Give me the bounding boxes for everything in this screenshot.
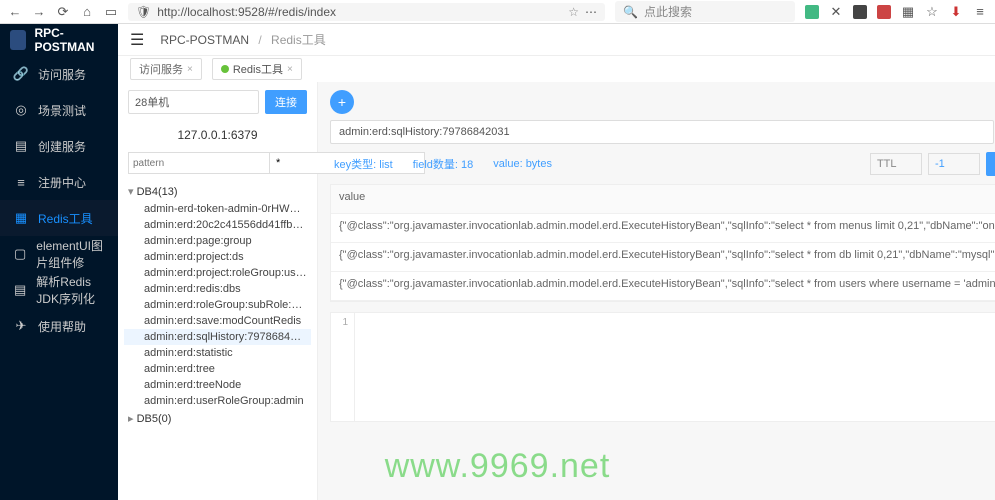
downloads-icon[interactable]: ⬇	[949, 5, 963, 19]
connect-button[interactable]: 连接	[265, 90, 307, 114]
home-icon[interactable]: ⌂	[80, 5, 94, 19]
host-label: 127.0.0.1:6379	[118, 122, 317, 148]
tree-key[interactable]: admin:erd:project:ds	[124, 249, 311, 265]
sidebar-item-scene[interactable]: ◎场景测试	[0, 92, 118, 128]
tree-key[interactable]: admin:erd:project:roleGroup:user:20c2	[124, 265, 311, 281]
ttl-value-input[interactable]: -1	[928, 153, 980, 175]
tab-service[interactable]: 访问服务×	[130, 58, 202, 80]
close-icon[interactable]: ×	[187, 64, 193, 75]
tab-redis[interactable]: Redis工具×	[212, 58, 302, 80]
key-info: key类型: list field数量: 18 value: bytes TTL…	[330, 150, 995, 178]
tree-key[interactable]: admin:erd:userRoleGroup:admin	[124, 393, 311, 409]
sidebar-item-help[interactable]: ✈使用帮助	[0, 308, 118, 344]
star-icon[interactable]: ☆	[568, 5, 579, 19]
sidebar-item-redis[interactable]: ▦Redis工具	[0, 200, 118, 236]
browser-toolbar: ← → ⟳ ⌂ ▭ 🛡 http://localhost:9528/#/redi…	[0, 0, 995, 24]
list-icon: ≡	[14, 175, 28, 189]
send-icon: ✈	[14, 319, 28, 333]
tree-key[interactable]: admin:erd:tree	[124, 361, 311, 377]
target-icon: ◎	[14, 103, 28, 117]
logo-icon	[10, 30, 26, 50]
table-row: {"@class":"org.javamaster.invocationlab.…	[331, 214, 995, 243]
doc-icon: ▤	[14, 139, 28, 153]
tree-key[interactable]: admin:erd:save:modCountRedis	[124, 313, 311, 329]
value-panel: + admin:erd:sqlHistory:79786842031 重命名ke…	[318, 82, 995, 500]
code-editor[interactable]: 1	[330, 312, 995, 422]
key-name-input[interactable]: admin:erd:sqlHistory:79786842031	[330, 120, 994, 144]
logo: RPC-POSTMAN	[0, 24, 118, 56]
url-text: http://localhost:9528/#/redis/index	[157, 5, 336, 19]
sidebar-item-registry[interactable]: ≡注册中心	[0, 164, 118, 200]
reload-icon[interactable]: ⟳	[56, 5, 70, 19]
browser-search[interactable]: 🔍 点此搜索	[615, 1, 795, 22]
ext-icon-2[interactable]	[877, 5, 891, 19]
sidebar-item-elementui[interactable]: ▢elementUI图片组件修	[0, 236, 118, 272]
value-table: value操作 {"@class":"org.javamaster.invoca…	[330, 184, 995, 302]
more-icon[interactable]: ⋯	[585, 5, 597, 19]
grid-icon: ▦	[14, 211, 28, 225]
set-ttl-button[interactable]: 设置TTL	[986, 152, 995, 176]
breadcrumb: RPC-POSTMAN / Redis工具	[160, 31, 325, 48]
tree-db5[interactable]: DB5(0)	[124, 409, 311, 428]
search-placeholder: 点此搜索	[644, 3, 692, 20]
sidebar-item-jdk[interactable]: ▤解析Redis JDK序列化	[0, 272, 118, 308]
ext-icon-1[interactable]	[853, 5, 867, 19]
tree-db4[interactable]: DB4(13)	[124, 182, 311, 201]
search-icon: 🔍	[623, 5, 638, 19]
tree-key[interactable]: admin:erd:roleGroup:subRole:20c2c41	[124, 297, 311, 313]
header: ☰ RPC-POSTMAN / Redis工具 清空本地存储	[118, 24, 995, 56]
bookmark-icon[interactable]: ☆	[925, 5, 939, 19]
ttl-label: TTL	[870, 153, 922, 175]
close-ext-icon[interactable]: ✕	[829, 5, 843, 19]
hamburger-icon[interactable]: ☰	[130, 30, 144, 50]
download-icon[interactable]: ▭	[104, 5, 118, 19]
connection-select[interactable]: 28单机	[128, 90, 259, 114]
tree-key[interactable]: admin:erd:treeNode	[124, 377, 311, 393]
redis-tree-panel: 28单机 连接 127.0.0.1:6379 DB4(13) admin-erd…	[118, 82, 318, 500]
sidebar-item-service[interactable]: 🔗访问服务	[0, 56, 118, 92]
app-sidebar: RPC-POSTMAN 🔗访问服务 ◎场景测试 ▤创建服务 ≡注册中心 ▦Red…	[0, 24, 118, 500]
pattern-label-input[interactable]	[128, 152, 270, 174]
tabs: 访问服务× Redis工具×	[118, 56, 995, 82]
parse-icon: ▤	[14, 283, 26, 297]
tree-key[interactable]: admin:erd:redis:dbs	[124, 281, 311, 297]
tree-key[interactable]: admin:erd:page:group	[124, 233, 311, 249]
tree-key-selected[interactable]: admin:erd:sqlHistory:79786842031	[124, 329, 311, 345]
extensions: ✕ ▦ ☆ ⬇ ≡	[805, 5, 987, 19]
back-icon[interactable]: ←	[8, 5, 22, 19]
shield-icon: 🛡	[136, 5, 151, 19]
key-tree: DB4(13) admin-erd-token-admin-0rHWXLdGnJ…	[118, 178, 317, 432]
close-icon[interactable]: ×	[287, 64, 293, 75]
add-button[interactable]: +	[330, 90, 354, 114]
sidebar-item-create[interactable]: ▤创建服务	[0, 128, 118, 164]
tree-key[interactable]: admin:erd:20c2c41556dd41ffb4fb2290	[124, 217, 311, 233]
table-row: {"@class":"org.javamaster.invocationlab.…	[331, 272, 995, 301]
table-row: {"@class":"org.javamaster.invocationlab.…	[331, 243, 995, 272]
vue-ext-icon[interactable]	[805, 5, 819, 19]
active-dot-icon	[221, 65, 229, 73]
line-number: 1	[331, 313, 355, 421]
tree-key[interactable]: admin-erd-token-admin-0rHWXLdGnJl	[124, 201, 311, 217]
image-icon: ▢	[14, 247, 26, 261]
url-bar[interactable]: 🛡 http://localhost:9528/#/redis/index ☆ …	[128, 3, 605, 21]
link-icon: 🔗	[14, 67, 28, 81]
menu-icon[interactable]: ≡	[973, 5, 987, 19]
logo-text: RPC-POSTMAN	[34, 26, 108, 54]
th-value: value	[331, 185, 995, 213]
tree-key[interactable]: admin:erd:statistic	[124, 345, 311, 361]
forward-icon[interactable]: →	[32, 5, 46, 19]
apps-icon[interactable]: ▦	[901, 5, 915, 19]
